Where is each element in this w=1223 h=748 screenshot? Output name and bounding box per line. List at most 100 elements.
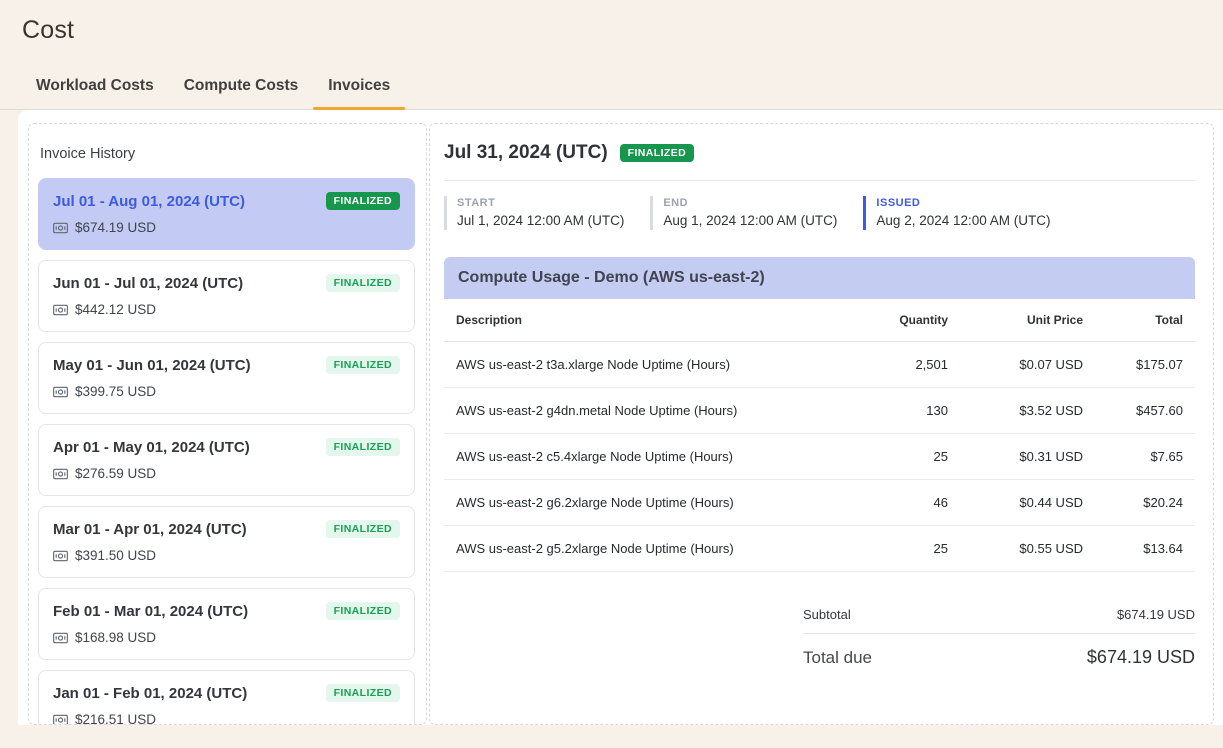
usage-value: $0.31 USD bbox=[960, 434, 1095, 480]
invoice-amount: $168.98 USD bbox=[75, 630, 156, 645]
invoice-status-badge: FINALIZED bbox=[326, 520, 400, 538]
usage-value: $457.60 bbox=[1095, 388, 1195, 434]
invoice-amount: $674.19 USD bbox=[75, 220, 156, 235]
invoice-detail-status-badge: FINALIZED bbox=[620, 144, 694, 162]
invoice-list: Jul 01 - Aug 01, 2024 (UTC) FINALIZED $6… bbox=[38, 178, 415, 725]
invoice-card[interactable]: Apr 01 - May 01, 2024 (UTC) FINALIZED $2… bbox=[38, 424, 415, 496]
meta-value: Aug 2, 2024 12:00 AM (UTC) bbox=[876, 213, 1050, 228]
invoice-detail-panel: Jul 31, 2024 (UTC) FINALIZED START Jul 1… bbox=[429, 123, 1214, 725]
meta-value: Jul 1, 2024 12:00 AM (UTC) bbox=[457, 213, 624, 228]
invoice-period: Feb 01 - Mar 01, 2024 (UTC) bbox=[53, 603, 248, 620]
money-icon bbox=[53, 550, 68, 562]
total-due-value: $674.19 USD bbox=[1087, 647, 1195, 668]
usage-value: 2,501 bbox=[835, 342, 960, 388]
usage-value: 130 bbox=[835, 388, 960, 434]
invoice-meta-row: START Jul 1, 2024 12:00 AM (UTC) END Aug… bbox=[444, 196, 1195, 230]
invoice-card-top: Feb 01 - Mar 01, 2024 (UTC) FINALIZED bbox=[53, 602, 400, 620]
tab-compute-costs[interactable]: Compute Costs bbox=[169, 77, 314, 109]
total-due-label: Total due bbox=[803, 648, 872, 668]
usage-value: $0.44 USD bbox=[960, 480, 1095, 526]
total-due-row: Total due $674.19 USD bbox=[803, 633, 1195, 681]
page-title: Cost bbox=[22, 16, 1223, 45]
invoice-detail-header: Jul 31, 2024 (UTC) FINALIZED bbox=[444, 142, 1195, 164]
content-panel: Invoice History Jul 01 - Aug 01, 2024 (U… bbox=[18, 110, 1223, 725]
invoice-amount: $391.50 USD bbox=[75, 548, 156, 563]
usage-col-header: Quantity bbox=[835, 299, 960, 342]
usage-table-header-row: DescriptionQuantityUnit PriceTotal bbox=[444, 299, 1195, 342]
usage-table: DescriptionQuantityUnit PriceTotal AWS u… bbox=[444, 299, 1195, 572]
meta-label: START bbox=[457, 197, 624, 209]
usage-value: $3.52 USD bbox=[960, 388, 1095, 434]
usage-section-header: Compute Usage - Demo (AWS us-east-2) bbox=[444, 257, 1195, 299]
invoice-card[interactable]: Mar 01 - Apr 01, 2024 (UTC) FINALIZED $3… bbox=[38, 506, 415, 578]
invoice-amount-row: $442.12 USD bbox=[53, 302, 400, 317]
usage-table-row: AWS us-east-2 t3a.xlarge Node Uptime (Ho… bbox=[444, 342, 1195, 388]
invoice-amount: $442.12 USD bbox=[75, 302, 156, 317]
invoice-card-top: Apr 01 - May 01, 2024 (UTC) FINALIZED bbox=[53, 438, 400, 456]
invoice-period: May 01 - Jun 01, 2024 (UTC) bbox=[53, 357, 251, 374]
money-icon bbox=[53, 222, 68, 234]
invoice-card[interactable]: May 01 - Jun 01, 2024 (UTC) FINALIZED $3… bbox=[38, 342, 415, 414]
usage-value: $175.07 bbox=[1095, 342, 1195, 388]
invoice-period: Jul 01 - Aug 01, 2024 (UTC) bbox=[53, 193, 245, 210]
usage-table-row: AWS us-east-2 g5.2xlarge Node Uptime (Ho… bbox=[444, 526, 1195, 572]
usage-description: AWS us-east-2 g6.2xlarge Node Uptime (Ho… bbox=[444, 480, 835, 526]
subtotal-label: Subtotal bbox=[803, 607, 851, 622]
usage-table-row: AWS us-east-2 g4dn.metal Node Uptime (Ho… bbox=[444, 388, 1195, 434]
usage-col-header: Total bbox=[1095, 299, 1195, 342]
invoice-amount-row: $276.59 USD bbox=[53, 466, 400, 481]
invoice-amount: $216.51 USD bbox=[75, 712, 156, 725]
invoice-card-top: Jan 01 - Feb 01, 2024 (UTC) FINALIZED bbox=[53, 684, 400, 702]
usage-value: 25 bbox=[835, 526, 960, 572]
money-icon bbox=[53, 386, 68, 398]
invoice-amount: $276.59 USD bbox=[75, 466, 156, 481]
invoice-period: Jan 01 - Feb 01, 2024 (UTC) bbox=[53, 685, 247, 702]
money-icon bbox=[53, 714, 68, 726]
invoice-status-badge: FINALIZED bbox=[326, 356, 400, 374]
invoice-card[interactable]: Jun 01 - Jul 01, 2024 (UTC) FINALIZED $4… bbox=[38, 260, 415, 332]
usage-value: $0.07 USD bbox=[960, 342, 1095, 388]
invoice-card[interactable]: Jan 01 - Feb 01, 2024 (UTC) FINALIZED $2… bbox=[38, 670, 415, 725]
invoice-amount: $399.75 USD bbox=[75, 384, 156, 399]
usage-description: AWS us-east-2 g5.2xlarge Node Uptime (Ho… bbox=[444, 526, 835, 572]
money-icon bbox=[53, 468, 68, 480]
tab-workload-costs[interactable]: Workload Costs bbox=[21, 77, 169, 109]
invoice-status-badge: FINALIZED bbox=[326, 602, 400, 620]
meta-value: Aug 1, 2024 12:00 AM (UTC) bbox=[663, 213, 837, 228]
usage-description: AWS us-east-2 c5.4xlarge Node Uptime (Ho… bbox=[444, 434, 835, 480]
invoice-card-top: Jun 01 - Jul 01, 2024 (UTC) FINALIZED bbox=[53, 274, 400, 292]
tab-bar: Workload CostsCompute CostsInvoices bbox=[0, 77, 1223, 110]
usage-col-header: Description bbox=[444, 299, 835, 342]
usage-description: AWS us-east-2 t3a.xlarge Node Uptime (Ho… bbox=[444, 342, 835, 388]
invoice-status-badge: FINALIZED bbox=[326, 192, 400, 210]
usage-value: 25 bbox=[835, 434, 960, 480]
usage-table-row: AWS us-east-2 g6.2xlarge Node Uptime (Ho… bbox=[444, 480, 1195, 526]
invoice-card[interactable]: Jul 01 - Aug 01, 2024 (UTC) FINALIZED $6… bbox=[38, 178, 415, 250]
usage-value: $7.65 bbox=[1095, 434, 1195, 480]
invoice-card-top: May 01 - Jun 01, 2024 (UTC) FINALIZED bbox=[53, 356, 400, 374]
usage-description: AWS us-east-2 g4dn.metal Node Uptime (Ho… bbox=[444, 388, 835, 434]
invoice-amount-row: $674.19 USD bbox=[53, 220, 400, 235]
invoice-meta-stat: END Aug 1, 2024 12:00 AM (UTC) bbox=[650, 196, 837, 230]
invoice-period: Apr 01 - May 01, 2024 (UTC) bbox=[53, 439, 250, 456]
usage-value: $0.55 USD bbox=[960, 526, 1095, 572]
subtotal-row: Subtotal $674.19 USD bbox=[803, 596, 1195, 633]
tab-invoices[interactable]: Invoices bbox=[313, 77, 405, 109]
meta-label: ISSUED bbox=[876, 197, 1050, 209]
usage-value: 46 bbox=[835, 480, 960, 526]
invoice-card[interactable]: Feb 01 - Mar 01, 2024 (UTC) FINALIZED $1… bbox=[38, 588, 415, 660]
subtotal-value: $674.19 USD bbox=[1117, 607, 1195, 622]
invoice-status-badge: FINALIZED bbox=[326, 438, 400, 456]
invoice-amount-row: $168.98 USD bbox=[53, 630, 400, 645]
page-header: Cost Workload CostsCompute CostsInvoices bbox=[0, 16, 1223, 110]
invoice-period: Jun 01 - Jul 01, 2024 (UTC) bbox=[53, 275, 243, 292]
usage-col-header: Unit Price bbox=[960, 299, 1095, 342]
invoice-card-top: Mar 01 - Apr 01, 2024 (UTC) FINALIZED bbox=[53, 520, 400, 538]
usage-value: $13.64 bbox=[1095, 526, 1195, 572]
invoice-amount-row: $216.51 USD bbox=[53, 712, 400, 725]
invoice-meta-stat: START Jul 1, 2024 12:00 AM (UTC) bbox=[444, 196, 624, 230]
invoice-history-panel: Invoice History Jul 01 - Aug 01, 2024 (U… bbox=[28, 123, 427, 725]
invoice-meta-stat: ISSUED Aug 2, 2024 12:00 AM (UTC) bbox=[863, 196, 1050, 230]
usage-value: $20.24 bbox=[1095, 480, 1195, 526]
meta-label: END bbox=[663, 197, 837, 209]
